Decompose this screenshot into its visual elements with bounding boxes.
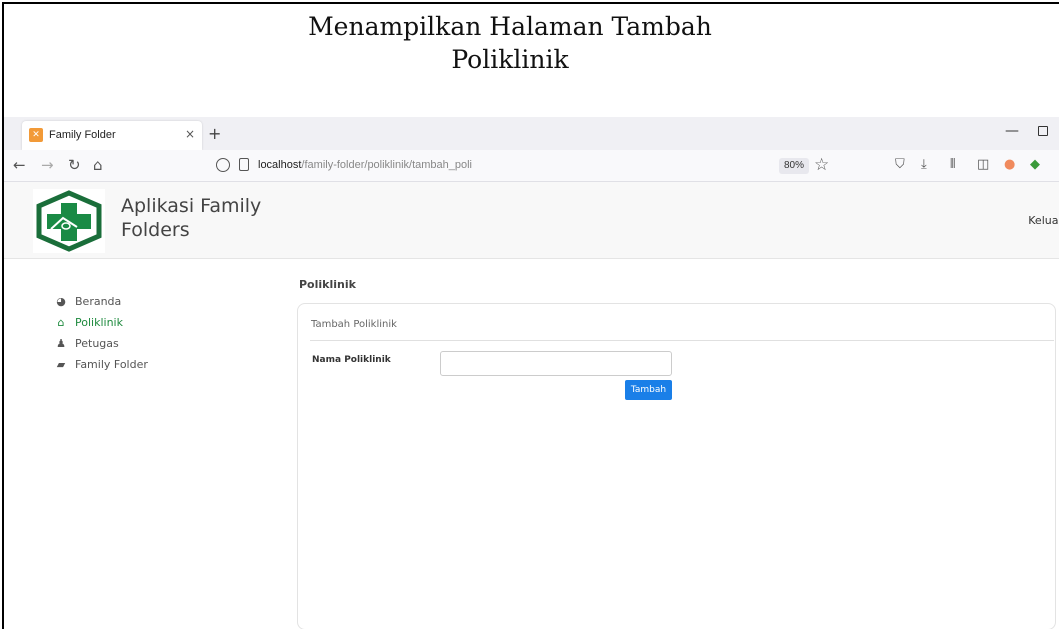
main-content: Poliklinik Tambah Poliklinik Nama Polikl… xyxy=(289,259,1059,629)
new-tab-button[interactable]: + xyxy=(208,124,221,143)
zoom-level[interactable]: 80% xyxy=(779,158,810,174)
library-icon[interactable]: ⫴ xyxy=(950,158,955,172)
screenshot-caption: Menampilkan Halaman Tambah Poliklinik xyxy=(0,10,1020,76)
card-title: Tambah Poliklinik xyxy=(311,319,397,330)
sidebar-item-label: Beranda xyxy=(75,295,122,308)
download-icon[interactable]: ⤓ xyxy=(921,158,927,172)
app-header: Aplikasi Family Folders Keluar xyxy=(4,182,1059,259)
tab-title: Family Folder xyxy=(49,129,116,141)
app-logo xyxy=(33,189,105,253)
sidebar: ◕ Beranda ⌂ Poliklinik ♟ Petugas ▰ Famil… xyxy=(4,259,289,629)
address-bar[interactable]: localhost/family-folder/poliklinik/tamba… xyxy=(206,152,829,180)
sidebar-item-label: Family Folder xyxy=(75,358,148,371)
user-icon: ♟ xyxy=(56,337,66,350)
close-icon[interactable]: × xyxy=(185,127,195,141)
tab-bar: ✕ Family Folder × + — xyxy=(4,117,1059,150)
restore-icon[interactable] xyxy=(1038,126,1048,136)
extension-icon[interactable]: ● xyxy=(1004,158,1015,172)
caption-line-1: Menampilkan Halaman Tambah xyxy=(308,12,712,41)
form-card: Tambah Poliklinik Nama Poliklinik Tambah xyxy=(297,303,1056,629)
navigation-bar: ← → ↻ ⌂ localhost/family-folder/poliklin… xyxy=(4,150,1059,182)
xampp-icon: ✕ xyxy=(29,128,43,142)
back-icon[interactable]: ← xyxy=(13,157,26,173)
divider xyxy=(310,340,1054,341)
tracking-protection-icon[interactable] xyxy=(216,158,230,172)
web-page: Aplikasi Family Folders Keluar ◕ Beranda… xyxy=(4,182,1059,629)
sidebar-item-petugas[interactable]: ♟ Petugas xyxy=(54,337,119,350)
nama-poliklinik-label: Nama Poliklinik xyxy=(312,355,391,365)
tambah-button[interactable]: Tambah xyxy=(625,380,672,400)
home-icon: ⌂ xyxy=(57,316,65,329)
app-title: Aplikasi Family Folders xyxy=(121,195,262,241)
page-info-icon[interactable] xyxy=(239,158,249,171)
page-title: Poliklinik xyxy=(299,278,356,291)
tab-family-folder[interactable]: ✕ Family Folder × xyxy=(22,121,202,150)
logout-link[interactable]: Keluar xyxy=(1028,214,1059,227)
pocket-icon[interactable]: ⛉ xyxy=(895,158,905,172)
browser-window: ✕ Family Folder × + — ← → ↻ ⌂ localhost/… xyxy=(4,117,1059,629)
caption-line-2: Poliklinik xyxy=(451,45,569,74)
sidebar-item-family-folder[interactable]: ▰ Family Folder xyxy=(54,358,148,371)
nama-poliklinik-input[interactable] xyxy=(440,351,672,376)
dashboard-icon: ◕ xyxy=(56,295,66,308)
folder-icon: ▰ xyxy=(56,358,66,371)
bookmark-star-icon[interactable]: ☆ xyxy=(814,155,829,175)
sidebar-item-label: Petugas xyxy=(75,337,119,350)
forward-icon[interactable]: → xyxy=(41,157,54,173)
reload-icon[interactable]: ↻ xyxy=(68,157,81,173)
url-host: localhost xyxy=(258,159,302,171)
sidebar-item-beranda[interactable]: ◕ Beranda xyxy=(54,295,121,308)
url-text[interactable]: localhost/family-folder/poliklinik/tamba… xyxy=(258,159,472,171)
sidebar-item-poliklinik[interactable]: ⌂ Poliklinik xyxy=(54,316,123,329)
url-path: /family-folder/poliklinik/tambah_poli xyxy=(301,159,472,171)
sidebar-toggle-icon[interactable]: ◫ xyxy=(977,158,989,172)
extension-2-icon[interactable]: ◆ xyxy=(1030,158,1040,172)
minimize-icon[interactable]: — xyxy=(1005,123,1019,139)
sidebar-item-label: Poliklinik xyxy=(75,316,123,329)
home-browser-icon[interactable]: ⌂ xyxy=(93,157,103,173)
